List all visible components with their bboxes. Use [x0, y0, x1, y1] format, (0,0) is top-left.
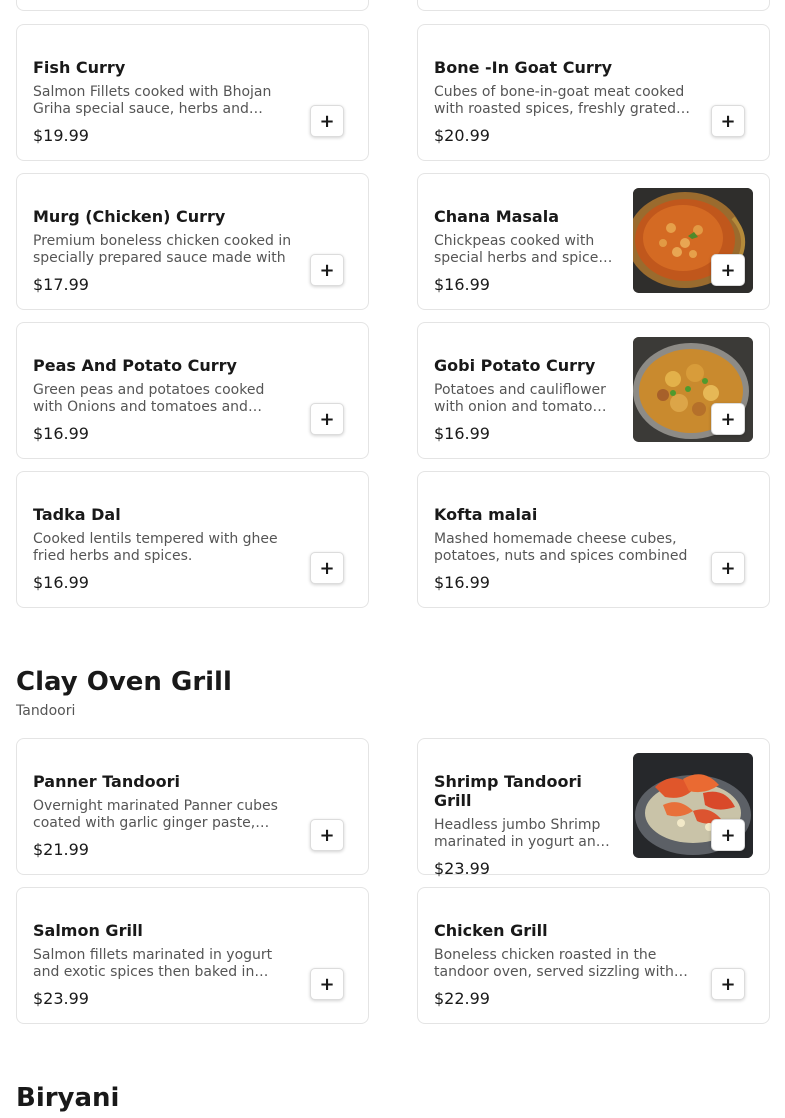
- item-price: $16.99: [33, 424, 89, 443]
- plus-icon: +: [720, 973, 736, 995]
- add-to-cart-button[interactable]: +: [310, 819, 344, 851]
- item-description: Headless jumbo Shrimp marinated in yogur…: [434, 817, 605, 850]
- item-description: Green peas and potatoes cooked with Onio…: [33, 382, 265, 415]
- item-name: Fish Curry: [33, 58, 126, 77]
- menu-item-card[interactable]: Chicken Grill Boneless chicken roasted i…: [417, 887, 770, 1024]
- item-price: $20.99: [434, 126, 490, 145]
- section-title: Clay Oven Grill: [16, 667, 232, 697]
- menu-item-card[interactable]: Panner Tandoori Overnight marinated Pann…: [16, 738, 369, 875]
- add-to-cart-button[interactable]: +: [310, 254, 344, 286]
- item-description: Potatoes and cauliflower with onion and …: [434, 382, 606, 415]
- menu-item-card[interactable]: Salmon Grill Salmon fillets marinated in…: [16, 887, 369, 1024]
- item-description: Cubes of bone-in-goat meat cooked with r…: [434, 84, 685, 117]
- plus-icon: +: [319, 973, 335, 995]
- item-description: Cooked lentils tempered with ghee fried …: [33, 531, 278, 564]
- item-name: Bone -In Goat Curry: [434, 58, 613, 77]
- add-to-cart-button[interactable]: +: [711, 254, 745, 286]
- menu-item-card[interactable]: Murg (Chicken) Curry Premium boneless ch…: [16, 173, 369, 310]
- menu-item-card-partial[interactable]: [16, 0, 369, 11]
- item-description: Overnight marinated Panner cubes coated …: [33, 798, 278, 831]
- add-to-cart-button[interactable]: +: [310, 403, 344, 435]
- menu-item-card[interactable]: Tadka Dal Cooked lentils tempered with g…: [16, 471, 369, 608]
- item-description: Boneless chicken roasted in the tandoor …: [434, 947, 674, 980]
- plus-icon: +: [720, 110, 736, 132]
- plus-icon: +: [720, 824, 736, 846]
- menu-item-card[interactable]: Bone -In Goat Curry Cubes of bone-in-goa…: [417, 24, 770, 161]
- plus-icon: +: [720, 557, 736, 579]
- item-price: $16.99: [434, 573, 490, 592]
- menu-item-card[interactable]: Kofta malai Mashed homemade cheese cubes…: [417, 471, 770, 608]
- item-price: $16.99: [434, 424, 490, 443]
- item-description: Mashed homemade cheese cubes, potatoes, …: [434, 531, 688, 564]
- item-name: Salmon Grill: [33, 921, 143, 940]
- menu-item-card[interactable]: Shrimp Tandoori Grill Headless jumbo Shr…: [417, 738, 770, 878]
- item-price: $19.99: [33, 126, 89, 145]
- add-to-cart-button[interactable]: +: [310, 552, 344, 584]
- item-price: $17.99: [33, 275, 89, 294]
- item-name: Tadka Dal: [33, 505, 121, 524]
- item-name: Gobi Potato Curry: [434, 356, 596, 375]
- item-price: $16.99: [434, 275, 490, 294]
- item-description: Chickpeas cooked with special herbs and …: [434, 233, 606, 266]
- plus-icon: +: [319, 408, 335, 430]
- item-name: Chicken Grill: [434, 921, 548, 940]
- item-price: $21.99: [33, 840, 89, 859]
- menu-item-card[interactable]: Fish Curry Salmon Fillets cooked with Bh…: [16, 24, 369, 161]
- add-to-cart-button[interactable]: +: [711, 403, 745, 435]
- section-subtitle: Tandoori: [16, 703, 76, 719]
- item-name: Kofta malai: [434, 505, 538, 524]
- item-description: Salmon Fillets cooked with Bhojan Griha …: [33, 84, 272, 117]
- add-to-cart-button[interactable]: +: [310, 968, 344, 1000]
- plus-icon: +: [319, 259, 335, 281]
- item-description: Salmon fillets marinated in yogurt and e…: [33, 947, 273, 980]
- menu-item-card[interactable]: Peas And Potato Curry Green peas and pot…: [16, 322, 369, 459]
- item-name: Shrimp Tandoori Grill: [434, 772, 582, 810]
- item-price: $23.99: [434, 859, 490, 878]
- item-price: $16.99: [33, 573, 89, 592]
- plus-icon: +: [720, 408, 736, 430]
- menu-item-card[interactable]: Gobi Potato Curry Potatoes and cauliflow…: [417, 322, 770, 459]
- item-name: Panner Tandoori: [33, 772, 181, 791]
- menu-item-card[interactable]: Chana Masala Chickpeas cooked with speci…: [417, 173, 770, 310]
- item-description: Premium boneless chicken cooked in speci…: [33, 233, 292, 266]
- add-to-cart-button[interactable]: +: [711, 819, 745, 851]
- item-name: Chana Masala: [434, 207, 560, 226]
- plus-icon: +: [319, 557, 335, 579]
- menu-item-card-partial[interactable]: [417, 0, 770, 11]
- section-title: Biryani: [16, 1083, 120, 1113]
- add-to-cart-button[interactable]: +: [310, 105, 344, 137]
- item-name: Peas And Potato Curry: [33, 356, 237, 375]
- item-name: Murg (Chicken) Curry: [33, 207, 226, 226]
- add-to-cart-button[interactable]: +: [711, 105, 745, 137]
- add-to-cart-button[interactable]: +: [711, 552, 745, 584]
- item-price: $22.99: [434, 989, 490, 1008]
- plus-icon: +: [319, 824, 335, 846]
- add-to-cart-button[interactable]: +: [711, 968, 745, 1000]
- item-price: $23.99: [33, 989, 89, 1008]
- plus-icon: +: [720, 259, 736, 281]
- plus-icon: +: [319, 110, 335, 132]
